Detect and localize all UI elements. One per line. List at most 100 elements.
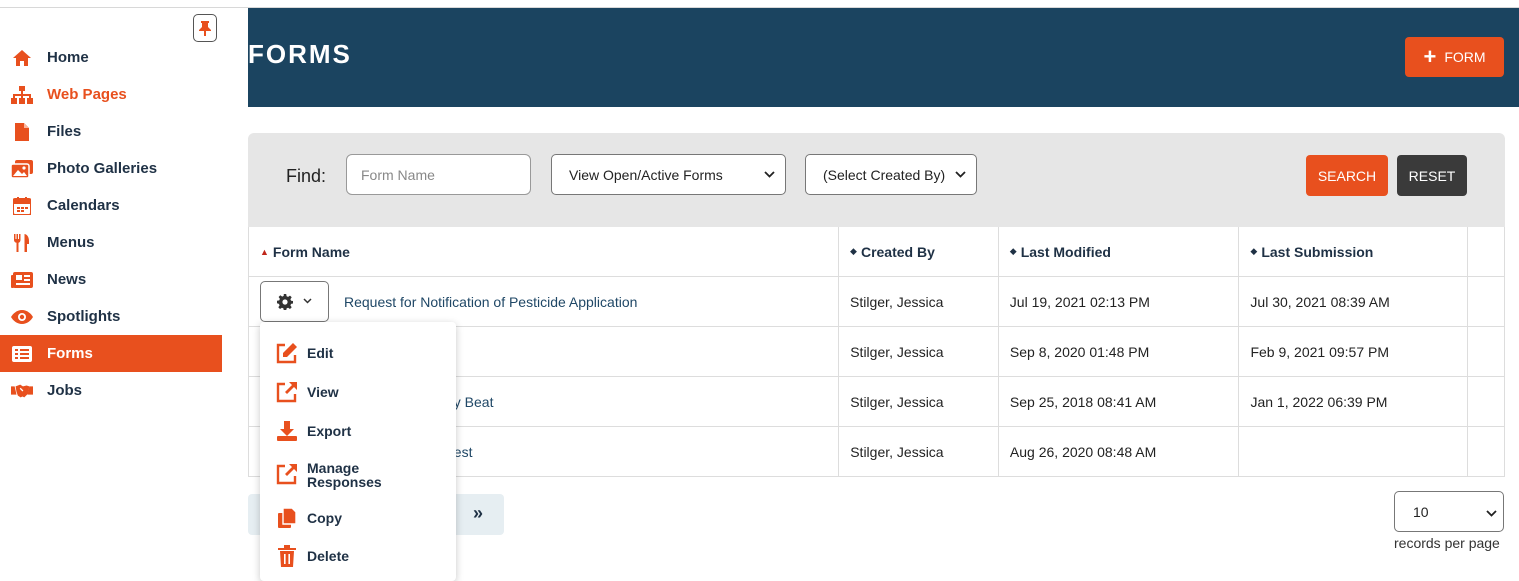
column-header-label: Created By bbox=[860, 243, 935, 260]
search-button[interactable]: SEARCH bbox=[1306, 155, 1388, 196]
images-icon bbox=[11, 159, 33, 179]
top-strip bbox=[0, 0, 1519, 8]
menu-item-export[interactable]: Export bbox=[276, 420, 351, 442]
chevron-down-icon bbox=[303, 296, 312, 307]
form-name-link[interactable]: Request for Notification of Pesticide Ap… bbox=[344, 294, 637, 310]
sort-icon: ◆ bbox=[1009, 246, 1017, 256]
reset-button[interactable]: RESET bbox=[1397, 155, 1467, 196]
copy-icon bbox=[276, 507, 298, 529]
menu-item-label: Delete bbox=[307, 548, 350, 564]
add-form-label: FORM bbox=[1444, 49, 1486, 65]
last-submission-cell: Feb 9, 2021 09:57 PM bbox=[1239, 327, 1469, 376]
file-icon bbox=[11, 122, 33, 142]
last-modified-cell: Jul 19, 2021 02:13 PM bbox=[999, 277, 1240, 326]
last-submission-cell: Jul 30, 2021 08:39 AM bbox=[1239, 277, 1469, 326]
sidebar-item-home[interactable]: Home bbox=[0, 39, 222, 76]
status-select-value: View Open/Active Forms bbox=[569, 166, 723, 183]
add-form-button[interactable]: + FORM bbox=[1405, 37, 1504, 77]
utensils-icon bbox=[11, 233, 33, 253]
menu-item-delete[interactable]: Delete bbox=[276, 545, 349, 567]
find-label: Find: bbox=[286, 166, 327, 186]
created-by-cell: Stilger, Jessica bbox=[839, 427, 999, 476]
sidebar-item-web-pages[interactable]: Web Pages bbox=[0, 76, 222, 113]
column-header-label: Last Modified bbox=[1020, 243, 1111, 260]
sidebar-item-spotlights[interactable]: Spotlights bbox=[0, 298, 222, 335]
extra-cell bbox=[1468, 377, 1504, 426]
pin-icon bbox=[199, 21, 211, 36]
sitemap-icon bbox=[11, 85, 33, 105]
last-submission-cell bbox=[1239, 427, 1469, 476]
menu-item-manage-responses[interactable]: Manage Responses bbox=[276, 461, 397, 489]
filter-panel: Find: Form Name View Open/Active Forms (… bbox=[248, 133, 1505, 227]
home-icon bbox=[11, 48, 33, 68]
menu-item-label: Copy bbox=[307, 510, 342, 526]
records-per-page-value: 10 bbox=[1413, 503, 1429, 520]
newspaper-icon bbox=[11, 270, 33, 290]
column-header-last-modified[interactable]: ◆ Last Modified bbox=[999, 227, 1240, 276]
calendar-icon bbox=[11, 196, 33, 216]
last-modified-cell: Sep 8, 2020 01:48 PM bbox=[999, 327, 1240, 376]
form-name-cell: Request for Notification of Pesticide Ap… bbox=[249, 277, 840, 326]
sidebar-item-photo-galleries[interactable]: Photo Galleries bbox=[0, 150, 222, 187]
gear-icon bbox=[277, 293, 293, 310]
sidebar-item-label: Web Pages bbox=[47, 86, 127, 103]
last-modified-cell: Sep 25, 2018 08:41 AM bbox=[999, 377, 1240, 426]
sidebar-item-calendars[interactable]: Calendars bbox=[0, 187, 222, 224]
edit-icon bbox=[276, 342, 298, 364]
external-link-icon bbox=[276, 463, 298, 485]
sidebar-item-news[interactable]: News bbox=[0, 261, 222, 298]
sidebar-item-label: News bbox=[47, 271, 87, 288]
menu-item-label: Edit bbox=[307, 345, 334, 361]
row-actions-menu: Edit View Export Manage Responses Copy D… bbox=[260, 322, 456, 581]
sidebar-item-label: Calendars bbox=[47, 197, 120, 214]
eye-icon bbox=[11, 307, 33, 327]
records-per-page-label: records per page bbox=[1394, 535, 1500, 551]
menu-item-edit[interactable]: Edit bbox=[276, 342, 333, 364]
table-header-row: ▲ Form Name ◆ Created By ◆ Last Modified… bbox=[249, 227, 1504, 277]
sidebar-item-menus[interactable]: Menus bbox=[0, 224, 222, 261]
menu-item-copy[interactable]: Copy bbox=[276, 507, 342, 529]
sidebar: Home Web Pages Files Photo Galleries Cal… bbox=[0, 8, 222, 581]
form-name-search-input[interactable]: Form Name bbox=[346, 154, 531, 195]
last-page-button[interactable]: » bbox=[473, 503, 483, 524]
handshake-icon bbox=[11, 381, 33, 401]
sidebar-item-forms[interactable]: Forms bbox=[0, 335, 222, 372]
sidebar-item-label: Home bbox=[47, 49, 89, 66]
sidebar-item-files[interactable]: Files bbox=[0, 113, 222, 150]
row-actions-button[interactable] bbox=[260, 281, 329, 322]
sort-icon: ◆ bbox=[850, 246, 857, 256]
column-header-created-by[interactable]: ◆ Created By bbox=[839, 227, 999, 276]
pin-sidebar-button[interactable] bbox=[193, 14, 217, 42]
column-header-label: Last Submission bbox=[1261, 243, 1374, 260]
form-name-placeholder: Form Name bbox=[361, 166, 435, 183]
sidebar-item-label: Spotlights bbox=[47, 308, 121, 325]
extra-cell bbox=[1468, 277, 1504, 326]
created-by-select-value: (Select Created By) bbox=[823, 166, 946, 183]
column-header-extra bbox=[1468, 227, 1504, 276]
sidebar-item-jobs[interactable]: Jobs bbox=[0, 372, 222, 409]
sidebar-item-label: Files bbox=[47, 123, 82, 140]
chevron-down-icon bbox=[1486, 504, 1497, 520]
page-header: FORMS + FORM bbox=[248, 8, 1519, 107]
status-select[interactable]: View Open/Active Forms bbox=[551, 154, 786, 195]
chevron-down-icon bbox=[955, 169, 966, 181]
created-by-cell: Stilger, Jessica bbox=[839, 377, 999, 426]
extra-cell bbox=[1468, 327, 1504, 376]
page-title: FORMS bbox=[248, 39, 352, 69]
last-modified-cell: Aug 26, 2020 08:48 AM bbox=[999, 427, 1240, 476]
sidebar-item-label: Jobs bbox=[47, 382, 83, 399]
trash-icon bbox=[276, 545, 298, 567]
sidebar-item-label: Photo Galleries bbox=[47, 160, 158, 177]
table-row: Request for Notification of Pesticide Ap… bbox=[249, 277, 1504, 327]
extra-cell bbox=[1468, 427, 1504, 476]
column-header-last-submission[interactable]: ◆ Last Submission bbox=[1239, 227, 1469, 276]
sidebar-item-label: Forms bbox=[47, 345, 93, 362]
menu-item-label: Export bbox=[307, 423, 352, 439]
created-by-select[interactable]: (Select Created By) bbox=[805, 154, 977, 195]
records-per-page-select[interactable]: 10 bbox=[1394, 491, 1504, 532]
menu-item-label: View bbox=[307, 384, 339, 400]
menu-item-label: Manage Responses bbox=[307, 460, 382, 490]
column-header-form-name[interactable]: ▲ Form Name bbox=[249, 227, 840, 276]
chevron-down-icon bbox=[764, 169, 775, 181]
menu-item-view[interactable]: View bbox=[276, 381, 339, 403]
